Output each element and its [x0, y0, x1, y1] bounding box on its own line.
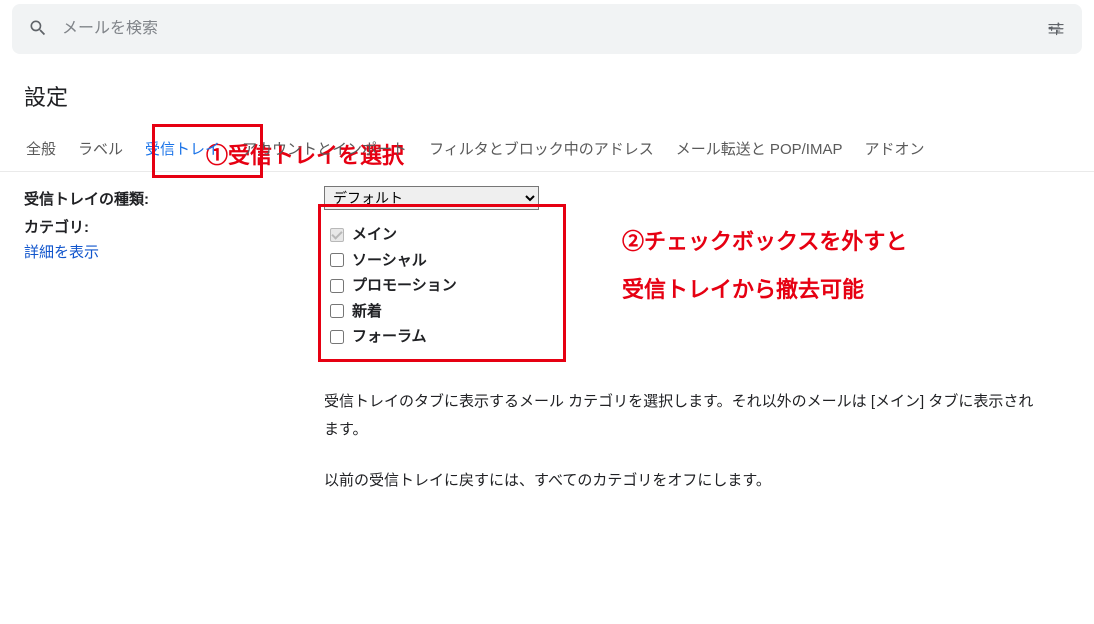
checkbox-updates[interactable] [330, 304, 344, 318]
page-title: 設定 [0, 54, 1094, 130]
checkbox-social[interactable] [330, 253, 344, 267]
tab-inbox[interactable]: 受信トレイ [143, 130, 222, 171]
tab-general[interactable]: 全般 [24, 130, 58, 171]
categories-description-2: 以前の受信トレイに戻すには、すべてのカテゴリをオフにします。 [324, 467, 1044, 496]
search-input[interactable] [62, 20, 1038, 38]
category-updates[interactable]: 新着 [330, 299, 457, 325]
checkbox-main-disabled [330, 228, 344, 242]
categories-label: カテゴリ: [24, 219, 89, 236]
category-forums-label: フォーラム [352, 324, 427, 350]
categories-details-link[interactable]: 詳細を表示 [24, 241, 99, 262]
checkbox-promotions[interactable] [330, 279, 344, 293]
tab-filters[interactable]: フィルタとブロック中のアドレス [427, 130, 656, 171]
tab-labels[interactable]: ラベル [76, 130, 125, 171]
settings-tabs: 全般 ラベル 受信トレイ アカウントとインポート フィルタとブロック中のアドレス… [24, 130, 1094, 171]
search-bar [12, 4, 1082, 54]
category-main: メイン [330, 222, 457, 248]
inbox-type-label: 受信トレイの種類: [24, 186, 324, 210]
category-social[interactable]: ソーシャル [330, 248, 457, 274]
search-icon[interactable] [28, 18, 48, 41]
categories-description-1: 受信トレイのタブに表示するメール カテゴリを選択します。それ以外のメールは [メ… [324, 388, 1044, 445]
category-main-label: メイン [352, 222, 397, 248]
category-social-label: ソーシャル [352, 248, 427, 274]
checkbox-forums[interactable] [330, 330, 344, 344]
tab-addons[interactable]: アドオン [862, 130, 926, 171]
tab-accounts[interactable]: アカウントとインポート [240, 130, 409, 171]
category-forums[interactable]: フォーラム [330, 324, 457, 350]
inbox-type-select[interactable]: デフォルト [324, 186, 539, 210]
category-promotions[interactable]: プロモーション [330, 273, 457, 299]
search-options-icon[interactable] [1038, 11, 1074, 47]
category-promotions-label: プロモーション [352, 273, 457, 299]
tab-forwarding[interactable]: メール転送と POP/IMAP [674, 130, 845, 171]
category-updates-label: 新着 [352, 299, 382, 325]
